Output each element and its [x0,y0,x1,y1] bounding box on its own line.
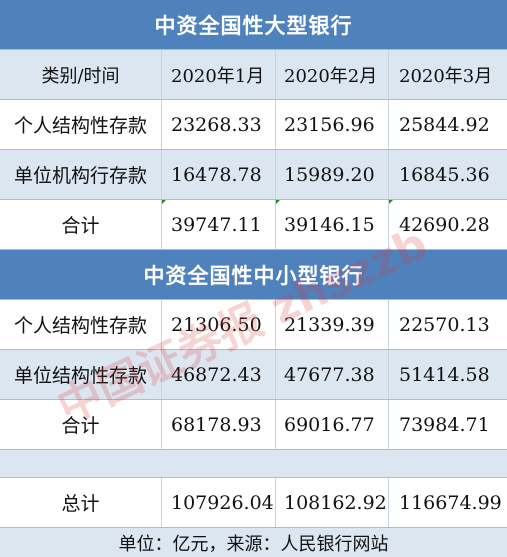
cell-value: 39747.11 [162,200,276,249]
row-label: 总计 [0,478,162,527]
formula-marker-icon [162,200,166,204]
row-label: 合计 [0,200,162,249]
footer-text: 单位：亿元，来源：人民银行网站 [118,533,389,555]
header-jan: 2020年1月 [162,50,276,99]
row-label: 单位机构行存款 [0,150,162,199]
header-category: 类别/时间 [0,50,162,99]
cell-value: 39146.15 [276,200,389,249]
cell-value: 51414.58 [399,363,490,386]
total-row: 总计 107926.04 108162.92 116674.99 [0,478,507,528]
header-feb: 2020年2月 [276,50,389,99]
cell-value: 116674.99 [399,491,502,514]
table-row: 单位结构性存款 46872.43 47677.38 51414.58 [0,350,507,400]
cell-value: 15989.20 [276,150,389,199]
table-row: 单位机构行存款 16478.78 15989.20 16845.36 [0,150,507,200]
cell-text: 42690.28 [399,213,490,236]
cell-value: 16845.36 [399,163,490,186]
cell-value: 42690.28 [389,200,507,249]
formula-marker-icon [389,200,393,204]
row-label: 个人结构性存款 [0,300,162,349]
cell-value: 16478.78 [162,150,276,199]
cell-value: 22570.13 [399,313,490,336]
cell-value: 73984.71 [399,413,490,436]
header-row: 类别/时间 2020年1月 2020年2月 2020年3月 [0,50,507,100]
spacer-row [0,450,507,478]
cell-value: 23156.96 [276,100,389,149]
table-row: 合计 68178.93 69016.77 73984.71 [0,400,507,450]
table-row: 合计 39747.11 39146.15 42690.28 [0,200,507,250]
section1-title: 中资全国性大型银行 [0,0,507,50]
cell-text: 39747.11 [171,213,262,236]
cell-value: 46872.43 [162,350,276,399]
cell-value: 21306.50 [162,300,276,349]
table-row: 个人结构性存款 21306.50 21339.39 22570.13 [0,300,507,350]
section2-title: 中资全国性中小型银行 [0,250,507,300]
footer-note: 单位：亿元，来源：人民银行网站 [0,528,507,557]
table-row: 个人结构性存款 23268.33 23156.96 25844.92 [0,100,507,150]
section2-title-text: 中资全国性中小型银行 [143,263,364,288]
cell-value: 25844.92 [399,113,490,136]
header-mar: 2020年3月 [399,65,493,87]
cell-text: 39146.15 [284,213,375,236]
cell-value: 21339.39 [276,300,389,349]
cell-value: 108162.92 [276,478,389,527]
cell-value: 68178.93 [162,400,276,449]
section1-title-text: 中资全国性大型银行 [154,13,353,38]
row-label: 单位结构性存款 [0,350,162,399]
cell-value: 23268.33 [162,100,276,149]
row-label: 合计 [0,400,162,449]
cell-value: 69016.77 [276,400,389,449]
cell-value: 47677.38 [276,350,389,399]
row-label: 个人结构性存款 [0,100,162,149]
formula-marker-icon [276,200,280,204]
cell-value: 107926.04 [162,478,276,527]
